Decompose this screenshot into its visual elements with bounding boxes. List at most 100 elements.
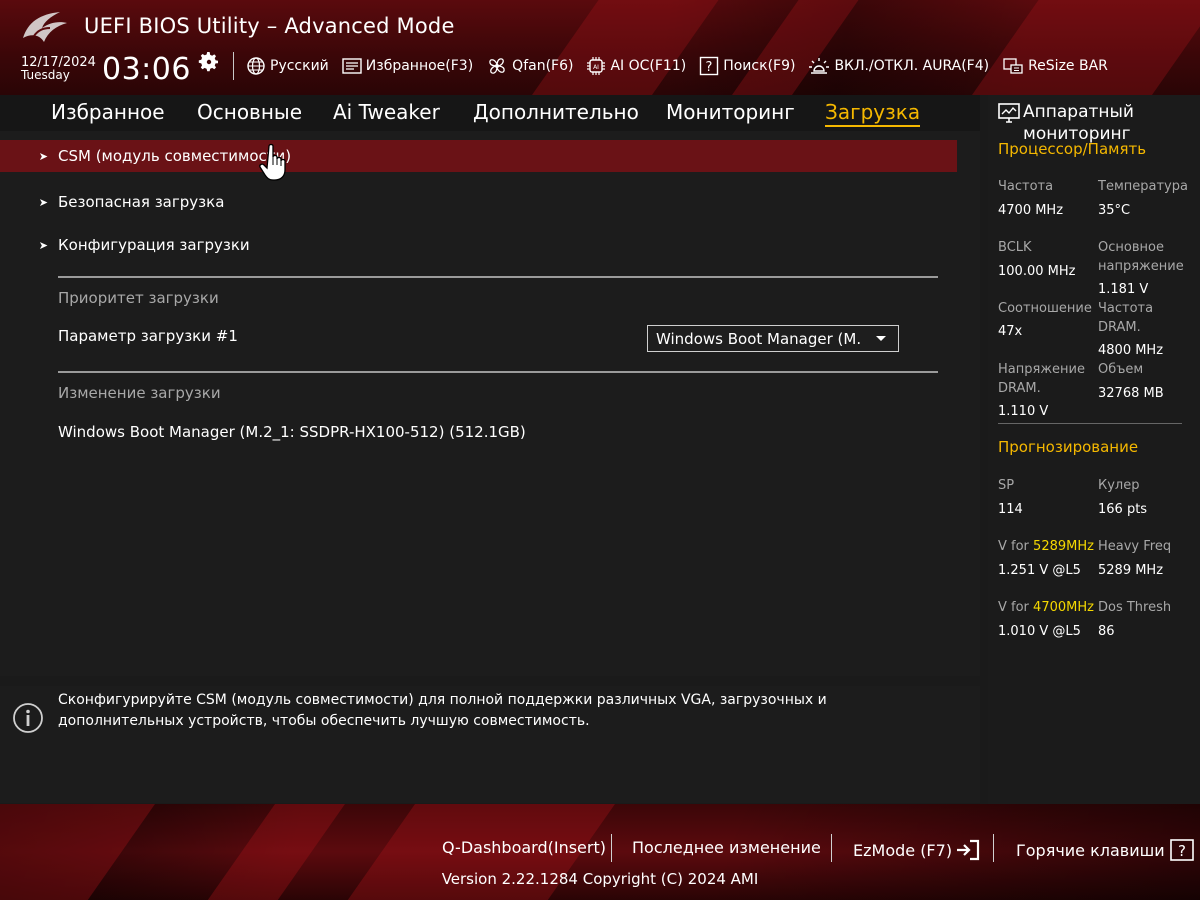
boot-priority-heading: Приоритет загрузки bbox=[58, 289, 219, 307]
search-label: Поиск(F9) bbox=[723, 58, 796, 74]
exit-arrow-icon bbox=[957, 839, 980, 861]
boot-override-heading: Изменение загрузки bbox=[58, 384, 221, 402]
boot-override-item[interactable]: Windows Boot Manager (M.2_1: SSDPR-HX100… bbox=[58, 423, 526, 441]
v-for-prefix: V for bbox=[998, 539, 1034, 554]
core-voltage-label-2: напряжение bbox=[1098, 259, 1184, 274]
menu-item-label: Конфигурация загрузки bbox=[58, 236, 250, 254]
footer-separator bbox=[993, 834, 994, 862]
footer-separator bbox=[831, 834, 832, 862]
resize-bar-icon bbox=[1003, 58, 1023, 74]
qfan-label: Qfan(F6) bbox=[512, 58, 574, 74]
resize-bar-button[interactable]: ReSize BAR bbox=[1002, 54, 1108, 78]
tab-main[interactable]: Основные bbox=[197, 99, 302, 125]
fan-icon bbox=[489, 58, 505, 74]
v-for-freq2-highlight: 4700MHz bbox=[1033, 600, 1094, 615]
monitor-icon bbox=[998, 103, 1020, 123]
footer-separator bbox=[611, 834, 612, 862]
dram-voltage-label-1: Напряжение bbox=[998, 362, 1085, 377]
section-divider bbox=[58, 276, 938, 278]
dram-frequency-label-2: DRAM. bbox=[1098, 320, 1141, 335]
v-for-freq1-label: V for 5289MHz bbox=[998, 537, 1094, 556]
tab-advanced[interactable]: Дополнительно bbox=[473, 99, 639, 125]
help-panel: Сконфигурируйте CSM (модуль совместимост… bbox=[0, 686, 980, 803]
sp-label: SP bbox=[998, 478, 1015, 493]
heavy-freq-label: Heavy Freq bbox=[1098, 539, 1172, 554]
menu-item-label: Безопасная загрузка bbox=[58, 193, 225, 211]
cpu-frequency-label: Частота bbox=[998, 179, 1054, 194]
sp-value: 114 bbox=[998, 502, 1023, 517]
cooler-label: Кулер bbox=[1098, 478, 1140, 493]
dram-frequency-label-1: Частота bbox=[1098, 301, 1154, 316]
language-label: Русский bbox=[270, 58, 329, 74]
dos-thresh-value: 86 bbox=[1098, 624, 1115, 639]
prediction-section: Прогнозирование bbox=[998, 438, 1139, 456]
monitor-separator bbox=[998, 423, 1182, 424]
search-button[interactable]: ? Поиск(F9) bbox=[699, 54, 795, 78]
menu-item-label: CSM (модуль совместимости) bbox=[58, 147, 292, 165]
last-change-button[interactable]: Последнее изменение bbox=[632, 838, 821, 857]
ratio-label: Соотношение bbox=[998, 301, 1092, 316]
capacity-value: 32768 MB bbox=[1098, 386, 1164, 401]
ezmode-button[interactable]: EzMode (F7) bbox=[853, 838, 981, 862]
dram-voltage-label-2: DRAM. bbox=[998, 381, 1041, 396]
ai-chip-icon: AI bbox=[587, 57, 606, 75]
menu-item-csm[interactable]: ➤ CSM (модуль совместимости) bbox=[0, 140, 957, 172]
v-for-freq1-value: 1.251 V @L5 bbox=[998, 563, 1081, 578]
capacity-label: Объем bbox=[1098, 362, 1144, 377]
aura-light-icon bbox=[809, 58, 830, 74]
cpu-temperature-label: Температура bbox=[1098, 179, 1188, 194]
aura-toggle-button[interactable]: ВКЛ./ОТКЛ. AURA(F4) bbox=[808, 54, 989, 78]
hardware-monitor-panel: Аппаратный мониторинг Процессор/Память Ч… bbox=[988, 95, 1200, 804]
favorites-label: Избранное(F3) bbox=[365, 58, 474, 74]
submenu-arrow-icon: ➤ bbox=[38, 238, 48, 252]
version-text: Version 2.22.1284 Copyright (C) 2024 AMI bbox=[441, 870, 759, 888]
q-dashboard-button[interactable]: Q-Dashboard(Insert) bbox=[442, 838, 606, 857]
v-for-freq1-highlight: 5289MHz bbox=[1033, 539, 1094, 554]
settings-gear-icon[interactable] bbox=[197, 50, 221, 74]
cpu-frequency-value: 4700 MHz bbox=[998, 203, 1064, 218]
submenu-arrow-icon: ➤ bbox=[38, 149, 48, 163]
language-button[interactable]: Русский bbox=[246, 54, 329, 78]
help-box-icon: ? bbox=[700, 56, 719, 76]
main-panel: ➤ CSM (модуль совместимости) ➤ Безопасна… bbox=[0, 131, 980, 676]
menu-item-boot-config[interactable]: ➤ Конфигурация загрузки bbox=[0, 229, 957, 261]
cpu-memory-section: Процессор/Память bbox=[998, 140, 1147, 158]
tab-boot[interactable]: Загрузка bbox=[825, 99, 921, 127]
bclk-label: BCLK bbox=[998, 240, 1032, 255]
ezmode-label: EzMode (F7) bbox=[853, 840, 953, 860]
clock-display: 03:06 bbox=[102, 52, 191, 87]
ratio-value: 47x bbox=[998, 324, 1023, 339]
dram-frequency-value: 4800 MHz bbox=[1098, 343, 1164, 358]
resize-bar-label: ReSize BAR bbox=[1028, 58, 1108, 74]
favorites-button[interactable]: Избранное(F3) bbox=[342, 54, 473, 78]
bclk-value: 100.00 MHz bbox=[998, 264, 1076, 279]
v-for-prefix: V for bbox=[998, 600, 1034, 615]
ai-oc-label: AI OC(F11) bbox=[610, 58, 687, 74]
qfan-button[interactable]: Qfan(F6) bbox=[486, 54, 573, 78]
core-voltage-label-1: Основное bbox=[1098, 240, 1164, 255]
ai-oc-button[interactable]: AI AI OC(F11) bbox=[586, 54, 686, 78]
boot-option-1-select[interactable]: Windows Boot Manager (M. bbox=[647, 325, 899, 352]
v-for-freq2-value: 1.010 V @L5 bbox=[998, 624, 1081, 639]
hotkeys-button[interactable]: Горячие клавиши ? bbox=[1016, 838, 1195, 862]
tab-favorites[interactable]: Избранное bbox=[51, 99, 165, 125]
footer-bar: Q-Dashboard(Insert) Последнее изменение … bbox=[0, 804, 1200, 900]
tab-monitor[interactable]: Мониторинг bbox=[666, 99, 795, 125]
monitor-title-line1: Аппаратный bbox=[1023, 102, 1134, 122]
app-title: UEFI BIOS Utility – Advanced Mode bbox=[84, 14, 455, 38]
rog-logo-icon bbox=[23, 12, 67, 42]
heavy-freq-value: 5289 MHz bbox=[1098, 563, 1164, 578]
favorites-icon bbox=[342, 58, 362, 74]
section-divider bbox=[58, 371, 938, 373]
tab-ai-tweaker[interactable]: Ai Tweaker bbox=[333, 99, 440, 125]
cooler-value: 166 pts bbox=[1098, 502, 1148, 517]
chevron-down-icon bbox=[876, 336, 886, 341]
hand-cursor-icon bbox=[259, 143, 286, 181]
boot-option-1-value: Windows Boot Manager (M. bbox=[656, 329, 862, 348]
menu-item-secure-boot[interactable]: ➤ Безопасная загрузка bbox=[0, 186, 957, 218]
globe-icon bbox=[247, 57, 265, 75]
weekday-display: Tuesday bbox=[21, 68, 70, 82]
svg-text:?: ? bbox=[706, 60, 713, 75]
submenu-arrow-icon: ➤ bbox=[38, 195, 48, 209]
header-bar: UEFI BIOS Utility – Advanced Mode 12/17/… bbox=[0, 0, 1200, 95]
